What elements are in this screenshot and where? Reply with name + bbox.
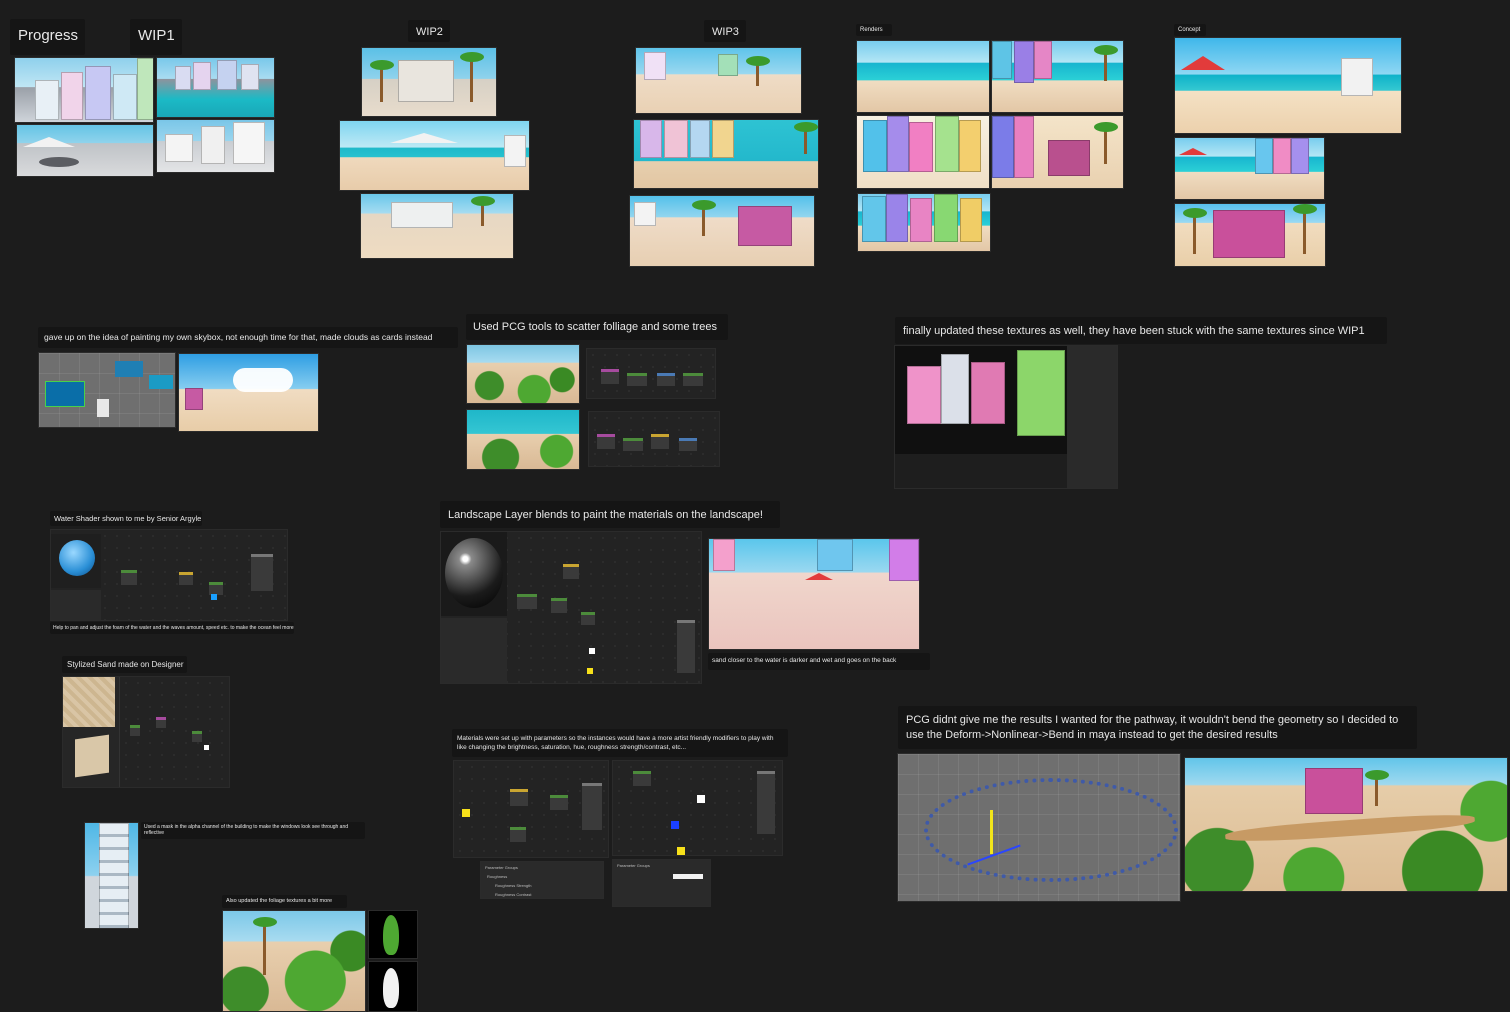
param-roughness: Roughness: [487, 874, 508, 879]
materials-params-right[interactable]: Parameter Groups: [612, 859, 711, 907]
pcg-foliage-image-2[interactable]: [466, 409, 580, 470]
note-water-shader: Water Shader shown to me by Senior Argyl…: [50, 511, 202, 526]
wip1-arena-image[interactable]: [156, 57, 275, 118]
landscape-caption: sand closer to the water is darker and w…: [708, 653, 930, 670]
section-label-progress: Progress: [10, 19, 85, 55]
materials-params-left[interactable]: Parameter Groups Roughness Roughness Str…: [480, 861, 604, 899]
pathway-result-image[interactable]: [1184, 757, 1508, 892]
note-pcg: Used PCG tools to scatter folliage and s…: [466, 314, 728, 340]
note-landscape: Landscape Layer blends to paint the mate…: [440, 501, 780, 528]
sand-texture-image[interactable]: [62, 676, 230, 788]
section-label-wip3: WIP3: [704, 20, 746, 42]
pcg-graph-image-2[interactable]: [588, 411, 720, 467]
wip1-umbrella-image[interactable]: [16, 124, 154, 177]
materials-graph-right[interactable]: [612, 760, 783, 856]
render-1-image[interactable]: [856, 40, 990, 113]
concept-3-image[interactable]: [1174, 203, 1326, 267]
note-stylized-sand: Stylized Sand made on Designer: [62, 656, 187, 673]
building-alpha-caption: Used a mask in the alpha channel of the …: [141, 822, 365, 839]
param-groups-header-right: Parameter Groups: [617, 863, 650, 868]
skybox-result-image[interactable]: [178, 353, 319, 432]
landscape-result-image[interactable]: [708, 538, 920, 650]
note-materials: Materials were set up with parameters so…: [452, 729, 788, 757]
maya-bend-viewport-image[interactable]: [897, 753, 1181, 902]
param-groups-header-left: Parameter Groups: [485, 865, 518, 870]
leaf-texture-color[interactable]: [368, 910, 418, 959]
section-label-concept: Concept: [1174, 24, 1206, 36]
wip2-top-image[interactable]: [361, 47, 497, 117]
note-textures: finally updated these textures as well, …: [895, 317, 1387, 344]
note-foliage: Also updated the foliage textures a bit …: [222, 895, 347, 908]
moodboard-canvas[interactable]: Progress WIP1 WIP2 WIP3 Renders Concept: [0, 0, 1510, 1012]
skybox-cards-image[interactable]: [38, 352, 176, 428]
wip3-bottom-image[interactable]: [629, 195, 815, 267]
materials-graph-left[interactable]: [453, 760, 609, 858]
wip1-city-image[interactable]: [14, 57, 154, 123]
building-alpha-image[interactable]: [84, 822, 139, 929]
textures-building-image[interactable]: [894, 345, 1118, 489]
render-3-image[interactable]: [856, 115, 990, 189]
wip1-white-models-image[interactable]: [156, 119, 275, 173]
render-2-image[interactable]: [991, 40, 1124, 113]
pcg-foliage-image-1[interactable]: [466, 344, 580, 404]
water-shader-caption: Help to pan and adjust the foam of the w…: [50, 622, 294, 634]
landscape-material-graph-image[interactable]: [440, 531, 702, 684]
wip2-bottom-image[interactable]: [360, 193, 514, 259]
render-4-image[interactable]: [991, 115, 1124, 189]
pcg-graph-image-1[interactable]: [586, 348, 716, 399]
param-roughness-strength[interactable]: Roughness Strength: [495, 883, 531, 888]
param-roughness-contrast[interactable]: Roughness Contrast: [495, 892, 531, 897]
foliage-scene-image[interactable]: [222, 910, 366, 1012]
note-skybox: gave up on the idea of painting my own s…: [38, 327, 458, 348]
leaf-texture-alpha[interactable]: [368, 961, 418, 1012]
wip3-middle-image[interactable]: [633, 119, 819, 189]
water-shader-graph-image[interactable]: [50, 529, 288, 621]
render-5-image[interactable]: [857, 193, 991, 252]
wip2-middle-image[interactable]: [339, 120, 530, 191]
wip3-top-image[interactable]: [635, 47, 802, 114]
section-label-wip2: WIP2: [408, 20, 450, 42]
concept-2-image[interactable]: [1174, 137, 1325, 200]
section-label-renders: Renders: [856, 24, 892, 36]
concept-1-image[interactable]: [1174, 37, 1402, 134]
section-label-wip1: WIP1: [130, 19, 182, 55]
note-pcg-pathway: PCG didnt give me the results I wanted f…: [898, 706, 1417, 749]
